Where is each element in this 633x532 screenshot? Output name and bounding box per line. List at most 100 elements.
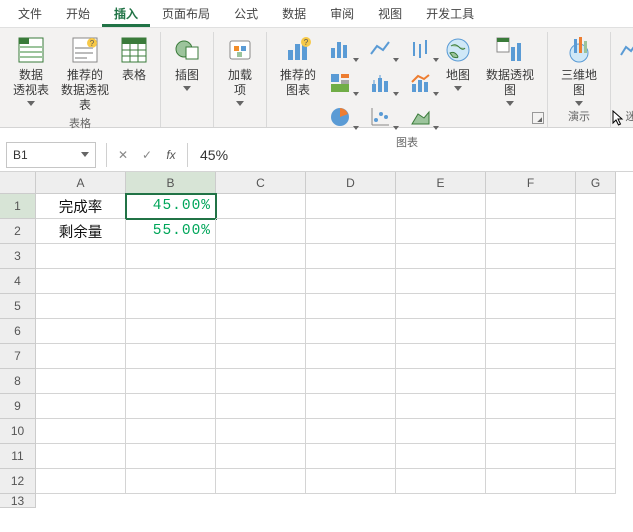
col-header-A[interactable]: A: [36, 172, 126, 194]
cell-E9[interactable]: [396, 394, 486, 419]
cell-G8[interactable]: [576, 369, 616, 394]
cell-G2[interactable]: [576, 219, 616, 244]
cell-D4[interactable]: [306, 269, 396, 294]
cell-D7[interactable]: [306, 344, 396, 369]
illustrations-button[interactable]: 插图: [167, 32, 207, 91]
table-button[interactable]: 表格: [114, 32, 154, 83]
cell-B5[interactable]: [126, 294, 216, 319]
cell-B9[interactable]: [126, 394, 216, 419]
charts-dialog-launcher[interactable]: [532, 112, 544, 124]
cell-C9[interactable]: [216, 394, 306, 419]
cell-G3[interactable]: [576, 244, 616, 269]
cell-A10[interactable]: [36, 419, 126, 444]
cell-D8[interactable]: [306, 369, 396, 394]
addins-button[interactable]: 加载 项: [220, 32, 260, 106]
cell-B3[interactable]: [126, 244, 216, 269]
cell-C8[interactable]: [216, 369, 306, 394]
recommended-pivot-button[interactable]: ? 推荐的 数据透视表: [56, 32, 114, 113]
cell-C3[interactable]: [216, 244, 306, 269]
cell-B2[interactable]: 55.00%: [126, 219, 216, 244]
cell-B8[interactable]: [126, 369, 216, 394]
cell-D3[interactable]: [306, 244, 396, 269]
cell-D1[interactable]: [306, 194, 396, 219]
cell-C12[interactable]: [216, 469, 306, 494]
col-header-G[interactable]: G: [576, 172, 616, 194]
cell-F7[interactable]: [486, 344, 576, 369]
cell-G12[interactable]: [576, 469, 616, 494]
cell-D10[interactable]: [306, 419, 396, 444]
row-header-4[interactable]: 4: [0, 269, 36, 294]
cell-B12[interactable]: [126, 469, 216, 494]
cell-E2[interactable]: [396, 219, 486, 244]
hierarchy-chart-button[interactable]: [323, 68, 357, 98]
cell-B7[interactable]: [126, 344, 216, 369]
row-header-5[interactable]: 5: [0, 294, 36, 319]
cell-E7[interactable]: [396, 344, 486, 369]
cell-A11[interactable]: [36, 444, 126, 469]
cell-G1[interactable]: [576, 194, 616, 219]
cell-D12[interactable]: [306, 469, 396, 494]
row-header-12[interactable]: 12: [0, 469, 36, 494]
insert-function-button[interactable]: fx: [159, 148, 183, 162]
tab-layout[interactable]: 页面布局: [150, 0, 222, 27]
cell-G11[interactable]: [576, 444, 616, 469]
row-header-10[interactable]: 10: [0, 419, 36, 444]
col-header-C[interactable]: C: [216, 172, 306, 194]
row-header-7[interactable]: 7: [0, 344, 36, 369]
cell-C5[interactable]: [216, 294, 306, 319]
col-header-E[interactable]: E: [396, 172, 486, 194]
col-header-D[interactable]: D: [306, 172, 396, 194]
row-header-3[interactable]: 3: [0, 244, 36, 269]
pivot-chart-button[interactable]: 数据透视图: [479, 32, 541, 106]
cell-G10[interactable]: [576, 419, 616, 444]
cell-B1[interactable]: 45.00%: [126, 194, 216, 219]
cell-A9[interactable]: [36, 394, 126, 419]
cell-E12[interactable]: [396, 469, 486, 494]
cell-A4[interactable]: [36, 269, 126, 294]
cell-F2[interactable]: [486, 219, 576, 244]
cell-D5[interactable]: [306, 294, 396, 319]
cell-A2[interactable]: 剩余量: [36, 219, 126, 244]
cell-E8[interactable]: [396, 369, 486, 394]
map3d-button[interactable]: 三维地 图: [554, 32, 604, 106]
cell-G9[interactable]: [576, 394, 616, 419]
cell-F4[interactable]: [486, 269, 576, 294]
cell-F12[interactable]: [486, 469, 576, 494]
tab-data[interactable]: 数据: [270, 0, 318, 27]
cell-E10[interactable]: [396, 419, 486, 444]
cell-A6[interactable]: [36, 319, 126, 344]
cell-F10[interactable]: [486, 419, 576, 444]
cells-area[interactable]: 完成率 45.00% 剩余量 55.00%: [36, 194, 616, 494]
tab-dev[interactable]: 开发工具: [414, 0, 486, 27]
col-header-B[interactable]: B: [126, 172, 216, 194]
name-box[interactable]: B1: [6, 142, 96, 168]
cell-F1[interactable]: [486, 194, 576, 219]
cell-E1[interactable]: [396, 194, 486, 219]
tab-formulas[interactable]: 公式: [222, 0, 270, 27]
cell-B11[interactable]: [126, 444, 216, 469]
cell-E5[interactable]: [396, 294, 486, 319]
row-header-2[interactable]: 2: [0, 219, 36, 244]
cell-D2[interactable]: [306, 219, 396, 244]
cell-C2[interactable]: [216, 219, 306, 244]
cell-F11[interactable]: [486, 444, 576, 469]
cell-B4[interactable]: [126, 269, 216, 294]
row-header-8[interactable]: 8: [0, 369, 36, 394]
cell-D6[interactable]: [306, 319, 396, 344]
cell-A3[interactable]: [36, 244, 126, 269]
combo-chart-button[interactable]: [403, 68, 437, 98]
cell-C4[interactable]: [216, 269, 306, 294]
sparkline-line-button[interactable]: [617, 32, 633, 68]
row-header-6[interactable]: 6: [0, 319, 36, 344]
cell-C10[interactable]: [216, 419, 306, 444]
row-header-9[interactable]: 9: [0, 394, 36, 419]
cell-D11[interactable]: [306, 444, 396, 469]
cell-C7[interactable]: [216, 344, 306, 369]
cell-C6[interactable]: [216, 319, 306, 344]
statistic-chart-button[interactable]: [363, 68, 397, 98]
cell-E4[interactable]: [396, 269, 486, 294]
cell-E6[interactable]: [396, 319, 486, 344]
tab-file[interactable]: 文件: [6, 0, 54, 27]
col-header-F[interactable]: F: [486, 172, 576, 194]
cell-A12[interactable]: [36, 469, 126, 494]
